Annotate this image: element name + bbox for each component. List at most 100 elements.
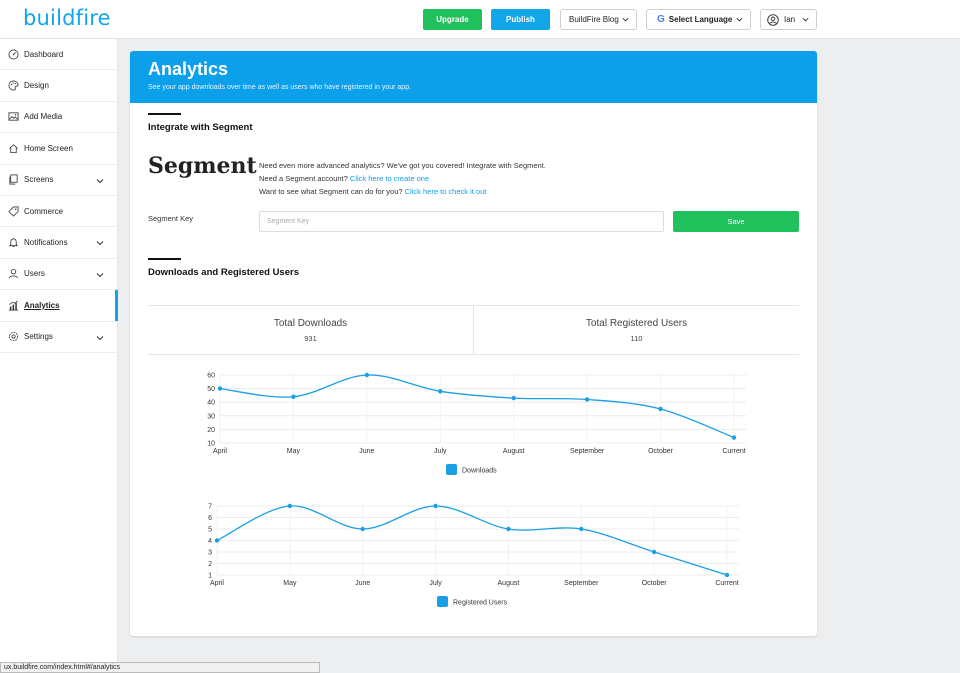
- language-dropdown[interactable]: G Select Language: [646, 9, 751, 30]
- y-tick-label: 40: [207, 400, 215, 407]
- total-downloads-stat: Total Downloads 931: [148, 306, 473, 354]
- legend-label: Registered Users: [453, 600, 508, 607]
- language-dropdown-label: Select Language: [668, 15, 733, 24]
- data-point: [584, 397, 590, 402]
- y-tick-label: 20: [207, 427, 215, 434]
- chevron-down-icon: [622, 17, 629, 22]
- segment-key-label: Segment Key: [148, 214, 194, 223]
- x-tick-label: May: [287, 448, 301, 455]
- registered-users-chart: 1 2 3 4 5 6 7 April May June July August September Oc…: [130, 497, 817, 622]
- x-tick-label: May: [283, 580, 297, 587]
- sidebar-item-label: Home Screen: [24, 143, 73, 153]
- total-registered-label: Total Registered Users: [585, 318, 688, 329]
- segment-section-title: Integrate with Segment: [148, 122, 253, 133]
- buildfire-logo[interactable]: buildfire: [23, 6, 111, 30]
- blog-dropdown-label: BuildFire Blog: [569, 15, 619, 24]
- stats-panel: Total Downloads 931 Total Registered Use…: [148, 305, 799, 355]
- sidebar-item-analytics[interactable]: Analytics: [0, 290, 118, 322]
- data-point: [214, 538, 220, 543]
- chevron-down-icon: [96, 335, 104, 340]
- y-tick-label: 30: [207, 413, 215, 420]
- total-registered-stat: Total Registered Users 110: [473, 306, 799, 354]
- x-tick-label: July: [429, 580, 442, 587]
- data-point: [364, 372, 370, 378]
- x-tick-label: June: [359, 448, 374, 455]
- blog-dropdown[interactable]: BuildFire Blog: [560, 9, 637, 30]
- data-point: [731, 435, 737, 440]
- tag-icon: [8, 206, 19, 217]
- create-account-link[interactable]: Click here to create one: [350, 174, 429, 183]
- sidebar-item-design[interactable]: Design: [0, 70, 117, 102]
- sidebar-item-label: Notifications: [24, 238, 68, 248]
- sidebar-item-label: Commerce: [24, 206, 64, 216]
- sidebar-item-commerce[interactable]: Commerce: [0, 196, 117, 228]
- screens-icon: [8, 174, 19, 185]
- data-point: [506, 526, 511, 532]
- x-tick-label: July: [434, 448, 447, 455]
- data-point: [658, 406, 663, 412]
- y-tick-label: 50: [207, 386, 215, 393]
- check-it-out-link[interactable]: Click here to check it out: [405, 187, 487, 196]
- card-header: Analytics See your app downloads over ti…: [130, 51, 817, 103]
- sidebar-item-dashboard[interactable]: Dashboard: [0, 39, 117, 71]
- data-point: [287, 503, 293, 509]
- user-menu[interactable]: Ian: [760, 9, 817, 30]
- total-registered-value: 110: [630, 334, 643, 343]
- x-tick-label: April: [213, 448, 227, 455]
- y-tick-label: 7: [208, 504, 212, 511]
- y-tick-label: 6: [208, 515, 212, 522]
- y-tick-label: 10: [207, 441, 215, 448]
- legend-swatch: [437, 596, 448, 607]
- user-name: Ian: [784, 15, 796, 24]
- segment-description: Need even more advanced analytics? We've…: [259, 161, 546, 170]
- bell-icon: [8, 237, 19, 248]
- page-title: Analytics: [148, 59, 229, 79]
- sidebar-item-label: Dashboard: [24, 49, 64, 59]
- sidebar-item-label: Design: [24, 81, 49, 91]
- user-avatar-icon: [767, 13, 779, 26]
- x-tick-label: September: [570, 448, 605, 455]
- y-tick-label: 4: [208, 538, 212, 545]
- dashboard-icon: [8, 49, 19, 60]
- sidebar-item-add-media[interactable]: Add Media: [0, 102, 117, 134]
- x-tick-label: August: [503, 448, 525, 455]
- total-downloads-value: 931: [304, 334, 317, 343]
- sidebar: Dashboard Design Add Media Home Screen S…: [0, 39, 118, 673]
- chevron-down-icon: [96, 272, 104, 277]
- x-tick-label: August: [498, 580, 520, 587]
- top-bar: buildfire Upgrade Publish BuildFire Blog…: [0, 0, 960, 39]
- sidebar-item-label: Users: [24, 269, 45, 279]
- publish-button[interactable]: Publish: [491, 9, 550, 30]
- sidebar-item-screens[interactable]: Screens: [0, 165, 117, 196]
- sidebar-item-users[interactable]: Users: [0, 259, 117, 291]
- x-tick-label: October: [642, 580, 668, 587]
- segment-key-input[interactable]: [259, 211, 664, 232]
- page-subtitle: See your app downloads over time as well…: [148, 84, 412, 91]
- segment-account-text: Need a Segment account?: [259, 174, 348, 183]
- data-point: [724, 572, 730, 578]
- palette-icon: [8, 80, 19, 91]
- chevron-down-icon: [736, 17, 743, 22]
- data-point: [217, 386, 223, 391]
- total-downloads-label: Total Downloads: [273, 318, 348, 329]
- save-button[interactable]: Save: [673, 211, 799, 232]
- x-tick-label: Current: [715, 580, 738, 587]
- data-point: [511, 395, 516, 401]
- x-tick-label: October: [648, 448, 674, 455]
- sidebar-item-label: Screens: [24, 175, 54, 185]
- upgrade-button[interactable]: Upgrade: [423, 9, 482, 30]
- chevron-down-icon: [96, 178, 104, 183]
- legend-swatch: [446, 464, 457, 475]
- sidebar-item-label: Analytics: [24, 300, 60, 310]
- gear-icon: [8, 331, 19, 342]
- data-point: [579, 526, 584, 532]
- data-point: [433, 503, 438, 509]
- sidebar-item-home-screen[interactable]: Home Screen: [0, 133, 117, 165]
- google-icon: G: [657, 14, 665, 25]
- y-tick-label: 3: [208, 550, 212, 557]
- data-point: [291, 394, 296, 399]
- y-tick-label: 5: [208, 527, 212, 534]
- sidebar-item-notifications[interactable]: Notifications: [0, 227, 117, 259]
- sidebar-item-settings[interactable]: Settings: [0, 322, 117, 353]
- series-line: [219, 374, 735, 439]
